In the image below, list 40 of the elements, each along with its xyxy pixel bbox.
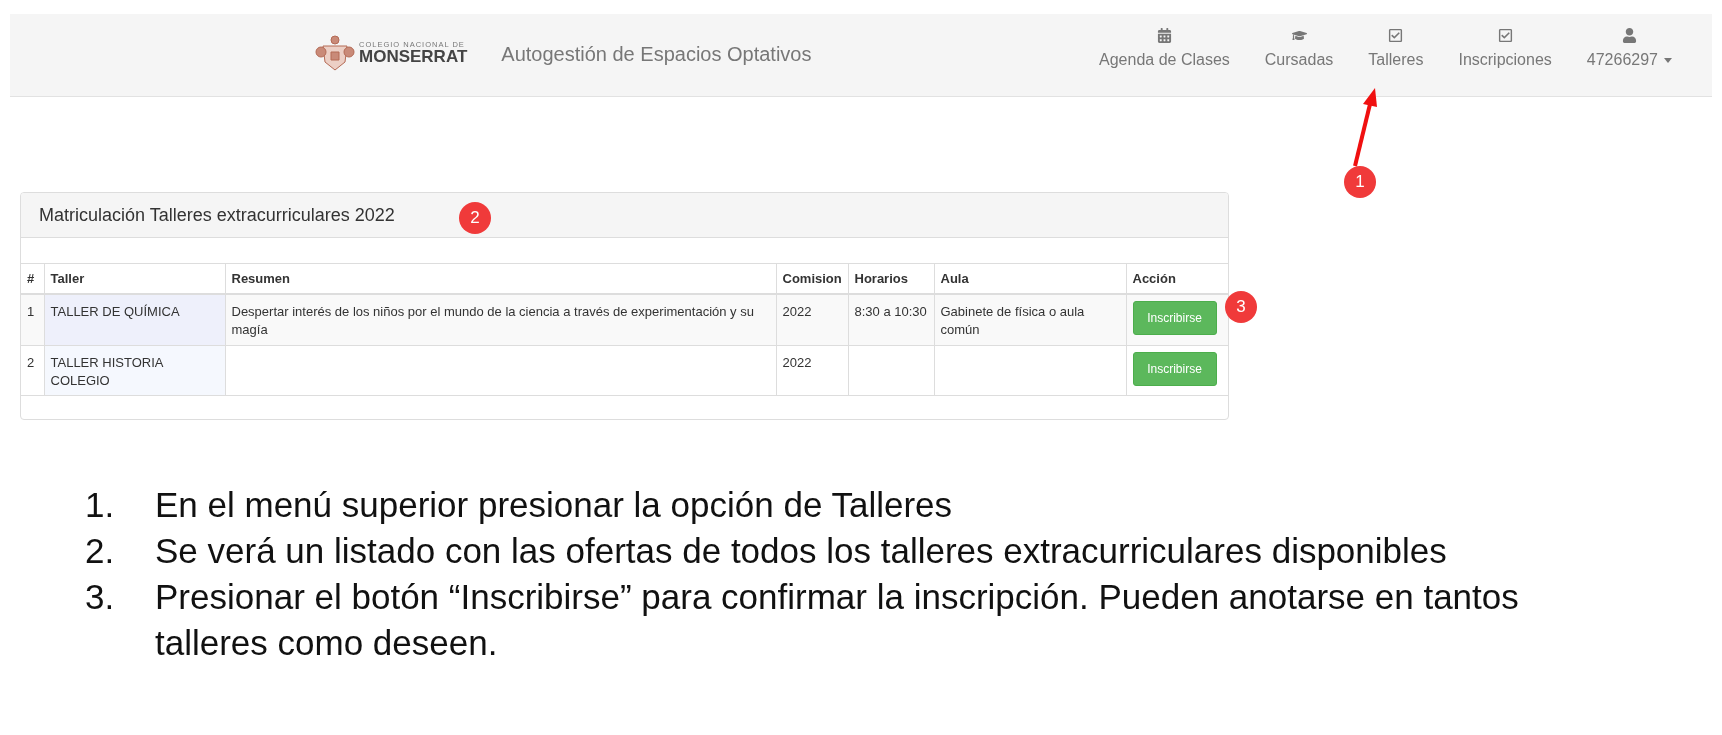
- table-cell: 2022: [776, 293, 848, 346]
- table-cell: 2022: [776, 345, 848, 396]
- step-text: Se verá un listado con las ofertas de todos los talleres extracurriculares disponibles: [155, 530, 1448, 572]
- nav-item[interactable]: 47266297: [1586, 28, 1672, 72]
- nav-item[interactable]: Agenda de Clases: [1099, 28, 1230, 72]
- nav-item[interactable]: Cursadas: [1264, 28, 1334, 72]
- app-title: Autogestión de Espacios Optativos: [501, 42, 812, 67]
- step-text: En el menú superior presionar la opción de Talleres: [155, 484, 954, 526]
- column-header: #: [21, 263, 44, 294]
- column-header: Taller: [44, 263, 225, 294]
- table-cell: TALLER HISTORIA COLEGIO: [44, 345, 225, 396]
- user-icon: [1621, 28, 1637, 43]
- table-cell: Despertar interés de los niños por el mundo de la ciencia a través de experimentación y su magía: [225, 293, 776, 346]
- step-text: Presionar el botón “Inscribirse” para confirmar la inscripción. Pueden anotarse en tantos talleres como deseen.: [155, 576, 1520, 664]
- table-cell: 8:30 a 10:30: [848, 293, 934, 346]
- checkbox-icon: [1497, 28, 1513, 43]
- step-number: 2.: [85, 530, 116, 572]
- table-cell: TALLER DE QUÍMICA: [44, 293, 225, 346]
- step-number: 1.: [85, 484, 116, 526]
- table-cell: 1: [21, 293, 44, 346]
- column-header: Comision: [776, 263, 848, 294]
- nav-item[interactable]: Talleres: [1368, 28, 1424, 72]
- calendar-icon: [1156, 28, 1172, 43]
- checkbox-icon: [1388, 28, 1404, 43]
- callout-badge: 3: [1225, 291, 1257, 323]
- callout-badge: 1: [1344, 166, 1376, 198]
- enroll-button[interactable]: Inscribirse: [1132, 352, 1217, 386]
- enroll-button[interactable]: Inscribirse: [1132, 300, 1217, 335]
- column-header: Aula: [934, 263, 1126, 294]
- panel-title: Matriculación Talleres extracurriculares 2022: [39, 203, 395, 227]
- column-header: Acción: [1126, 263, 1228, 294]
- column-header: Resumen: [225, 263, 776, 294]
- step-number: 3.: [85, 576, 116, 618]
- logo-name: MONSERRAT: [359, 48, 468, 66]
- crest-logo-icon: [315, 34, 355, 72]
- graduation-cap-icon: [1291, 28, 1307, 43]
- nav-item[interactable]: Inscripciones: [1458, 28, 1552, 72]
- table-cell: 2: [21, 345, 44, 396]
- column-header: Horarios: [848, 263, 934, 294]
- table-cell: Gabinete de física o aula común: [934, 293, 1126, 346]
